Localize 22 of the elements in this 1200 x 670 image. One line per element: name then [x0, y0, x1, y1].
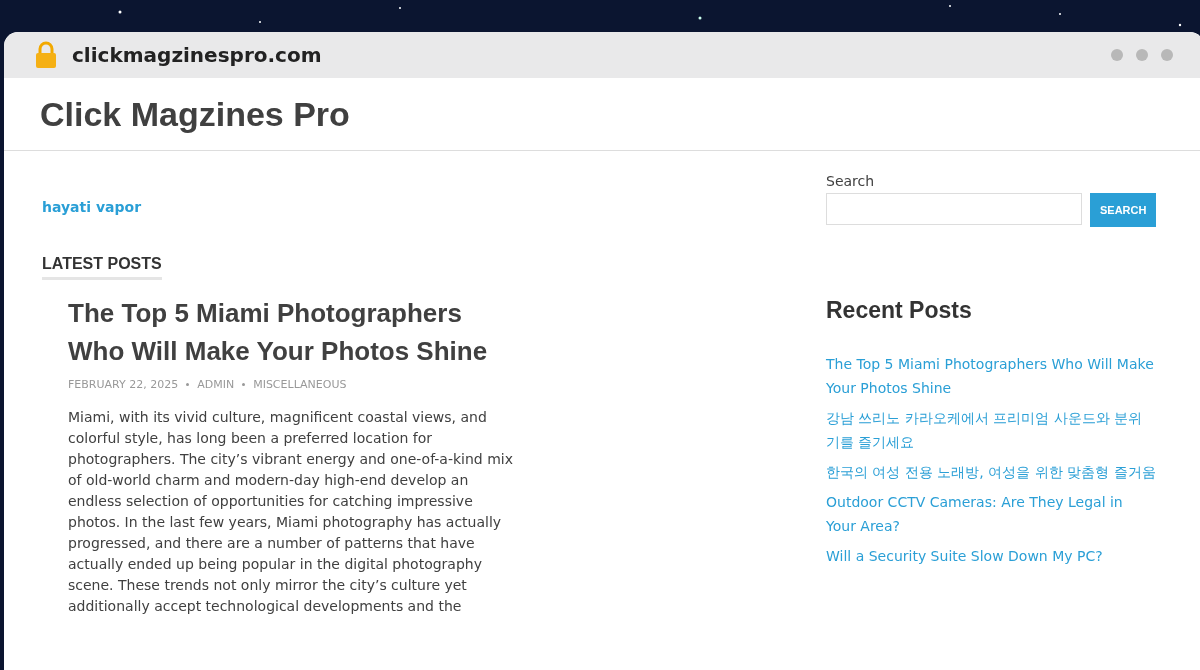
recent-post-link[interactable]: 한국의 여성 전용 노래방, 여성을 위한 맞춤형 즐거움 [826, 460, 1156, 484]
recent-post-link[interactable]: Outdoor CCTV Cameras: Are They Legal in Your Area? [826, 490, 1156, 538]
search-label: Search [826, 173, 876, 189]
post-title[interactable]: The Top 5 Miami Photographers Who Will Make Your Photos Shine [68, 294, 512, 370]
search-field[interactable] [826, 193, 1082, 225]
post-meta[interactable]: ADMIN [197, 378, 235, 391]
separator-dot [242, 383, 246, 386]
post-body: Miami, with its vivid culture, magnificent coastal views, and colorful style, has long been a preferred location for photographers. The city’s vibrant energy and one-of-a-kind mix of old-world charm and modern-day high-end develop an endless selection of opportunities for catching impressive photos. In the last few years, Miami photography has actually progressed, and there are a number of patterns that have actually ended up being popular in the digital photography scene. These trends not only mirror the city’s culture yet additionally accept technological developments and the [68, 408, 514, 616]
recent-post-link[interactable]: Will a Security Suite Slow Down My PC? [826, 544, 1156, 568]
padlock-icon [34, 41, 58, 69]
recent-post-link[interactable]: The Top 5 Miami Photographers Who Will Make Your Photos Shine [826, 352, 1156, 400]
top-link[interactable]: hayati vapor [42, 199, 512, 215]
site-title[interactable]: Click Magzines Pro [40, 94, 350, 134]
post-meta[interactable]: FEBRUARY 22, 2025 [68, 378, 179, 391]
post-meta[interactable]: MISCELLANEOUS [253, 378, 347, 391]
recent-posts-heading: Recent Posts [826, 297, 973, 324]
window-dots-icon [1110, 48, 1174, 62]
url-text[interactable]: clickmagzinespro.com [72, 43, 322, 67]
search-button[interactable]: SEARCH [1090, 193, 1157, 227]
recent-post-link[interactable]: 강남 쓰리노 카라오케에서 프리미엄 사운드와 분위기를 즐기세요 [826, 406, 1156, 454]
section-heading: LATEST POSTS [42, 255, 162, 280]
separator-dot [186, 383, 190, 386]
